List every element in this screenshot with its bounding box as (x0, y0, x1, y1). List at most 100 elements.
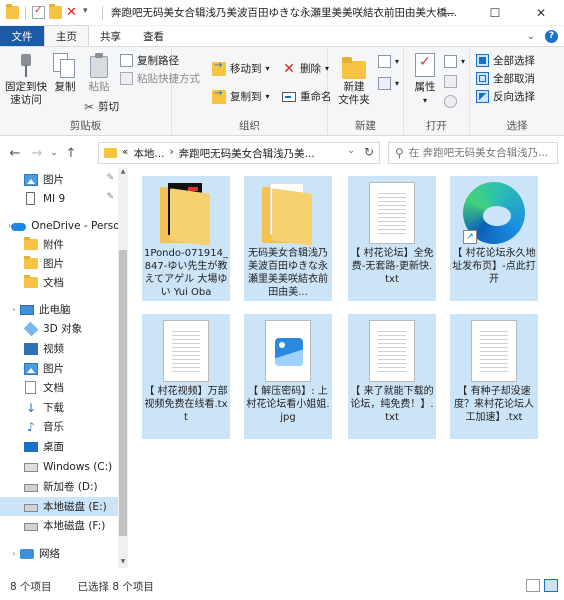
sidebar-item-pictures[interactable]: 图片 (0, 359, 118, 378)
select-all-button[interactable]: 全部选择 (476, 53, 535, 68)
organize-group: 移动到 ▾ ✕ 删除 ▾ 复制到 ▾ 重命名 组织 (172, 47, 332, 136)
cut-button[interactable]: ✂ 剪切 (84, 99, 119, 114)
properties-button[interactable]: 属性 ▾ (410, 53, 440, 107)
customize-toolbar-chevron-icon[interactable]: ▾ (83, 6, 96, 19)
delete-button[interactable]: ✕ 删除 ▾ (282, 61, 329, 76)
address-bar[interactable]: « 本地... › 奔跑吧无码美女合辑浅乃美... ⌄ ↻ (98, 142, 380, 164)
sidebar-item-label: MI 9 (43, 192, 66, 205)
search-box[interactable]: ⚲ (388, 142, 558, 164)
tab-share[interactable]: 共享 (89, 26, 132, 46)
sidebar-item-desktop[interactable]: 桌面 (0, 437, 118, 456)
ribbon-collapse-chevron-icon[interactable]: ⌄ (527, 31, 535, 42)
tab-view[interactable]: 查看 (132, 26, 175, 46)
chevron-right-icon[interactable]: › (8, 549, 20, 558)
search-input[interactable] (408, 147, 549, 159)
ribbon: 固定到快 速访问 复制 粘贴 复制路径 粘贴快捷方式 ✂ 剪切 剪贴板 移动到 … (0, 46, 564, 136)
chevron-right-icon[interactable]: › (8, 305, 20, 314)
close-button[interactable]: ✕ (518, 0, 564, 26)
new-folder-button[interactable]: 新建 文件夹 (336, 53, 372, 107)
video-icon (24, 342, 38, 355)
scroll-down-icon[interactable]: ▼ (118, 558, 128, 568)
text-file-icon (142, 318, 230, 383)
select-group-label: 选择 (506, 120, 528, 132)
properties-quick-icon[interactable] (32, 5, 45, 19)
file-item[interactable]: 【 村花视频】万部视频免费在线看.txt (142, 314, 230, 439)
file-item[interactable]: ↗ 【 村花论坛永久地址发布页】-点此打开 (450, 176, 538, 301)
new-group: 新建 文件夹 ▾ ▾ 新建 (328, 47, 404, 136)
minimize-button[interactable]: — (426, 0, 472, 26)
sidebar-item-onedrive-pictures[interactable]: 图片 (0, 254, 118, 273)
delete-quick-icon[interactable]: ✕ (66, 6, 79, 19)
invert-selection-label: 反向选择 (493, 91, 535, 103)
sidebar-item-onedrive[interactable]: › OneDrive - Perso (0, 216, 120, 235)
forward-button[interactable]: → (26, 142, 48, 164)
file-item[interactable]: 无码美女合辑浅乃美波百田ゆきな永瀬里美美咲結衣前田由美... (244, 176, 332, 301)
help-icon[interactable]: ? (545, 30, 558, 43)
history-button[interactable] (444, 95, 457, 108)
search-icon: ⚲ (395, 146, 404, 160)
select-all-icon (476, 54, 489, 67)
scrollbar-thumb[interactable] (119, 250, 127, 536)
address-dropdown-icon[interactable]: ⌄ (347, 146, 355, 156)
file-item[interactable]: 1Pondo-071914_847-ゆい先生が教えてアゲル 大場ゆい Yui O… (142, 176, 230, 301)
sidebar-item-3d-objects[interactable]: 3D 对象 (0, 319, 118, 338)
3d-objects-icon (23, 321, 39, 336)
sidebar-item-label: 文档 (43, 382, 64, 394)
new-folder-quick-icon[interactable] (49, 4, 62, 19)
sidebar-item-label: 图片 (43, 174, 64, 186)
breadcrumb-item-current[interactable]: 奔跑吧无码美女合辑浅乃美... (179, 146, 315, 161)
sidebar-item-network[interactable]: › 网络 (0, 544, 118, 563)
maximize-button[interactable]: ☐ (472, 0, 518, 26)
copy-to-button[interactable]: 复制到 ▾ (212, 88, 270, 104)
sidebar-item-drive-e[interactable]: 本地磁盘 (E:) (0, 497, 118, 516)
breadcrumb-item-drive[interactable]: 本地... (133, 146, 164, 161)
details-view-icon[interactable] (526, 579, 540, 592)
sidebar-item-drive-d[interactable]: 新加卷 (D:) (0, 477, 118, 496)
sidebar-item-pictures-pinned[interactable]: 图片 ✎ (0, 170, 118, 189)
back-button[interactable]: ← (4, 142, 26, 164)
sidebar-item-label: 附件 (43, 239, 64, 251)
invert-selection-button[interactable]: 反向选择 (476, 89, 535, 104)
paste-button[interactable]: 粘贴 (84, 53, 114, 94)
sidebar-item-videos[interactable]: 视频 (0, 339, 118, 358)
sidebar-item-downloads[interactable]: ↓ 下载 (0, 398, 118, 417)
navigation-pane-scrollbar[interactable]: ▲ ▼ (118, 168, 128, 568)
file-item[interactable]: 【 有种子却没速度？来村花论坛人工加速】.txt (450, 314, 538, 439)
file-item[interactable]: 【 来了就能下载的论坛，纯免费！】.txt (348, 314, 436, 439)
open-button[interactable]: ▾ (444, 55, 465, 68)
up-button[interactable]: ↑ (60, 142, 82, 164)
navigation-pane: 图片 ✎ MI 9 ✎ › OneDrive - Perso 附件 图片 文档 … (0, 168, 128, 568)
move-to-button[interactable]: 移动到 ▾ (212, 60, 270, 76)
dropdown-arrow-icon: ▾ (422, 96, 427, 105)
sidebar-item-attachments[interactable]: 附件 (0, 235, 118, 254)
rename-button[interactable]: 重命名 (282, 89, 332, 104)
download-icon: ↓ (25, 400, 37, 415)
easy-access-button[interactable]: ▾ (378, 77, 399, 90)
edit-button[interactable] (444, 75, 457, 88)
large-icons-view-icon[interactable] (544, 579, 558, 592)
refresh-icon[interactable]: ↻ (364, 145, 374, 159)
select-none-button[interactable]: 全部取消 (476, 71, 535, 86)
sidebar-item-label: 本地磁盘 (E:) (43, 501, 107, 513)
scroll-up-icon[interactable]: ▲ (118, 168, 128, 178)
tab-home[interactable]: 主页 (44, 25, 89, 46)
copy-button[interactable]: 复制 (50, 53, 80, 94)
sidebar-item-music[interactable]: ♪ 音乐 (0, 417, 118, 436)
pin-to-quick-access-button[interactable]: 固定到快 速访问 (4, 53, 48, 107)
sidebar-item-documents[interactable]: 文档 (0, 378, 118, 397)
sidebar-item-this-pc[interactable]: › 此电脑 (0, 300, 118, 319)
sidebar-item-drive-f[interactable]: 本地磁盘 (F:) (0, 516, 118, 535)
paste-label: 粘贴 (88, 81, 110, 93)
tab-file[interactable]: 文件 (0, 26, 44, 46)
new-item-button[interactable]: ▾ (378, 55, 399, 68)
recent-locations-button[interactable]: ⌄ (48, 142, 60, 164)
file-item[interactable]: 【 村花论坛】全免费-无套路-更新快.txt (348, 176, 436, 301)
sidebar-item-mi9[interactable]: MI 9 ✎ (0, 189, 118, 208)
file-item[interactable]: 【 解压密码】: 上村花论坛看小姐姐.jpg (244, 314, 332, 439)
file-name: 【 来了就能下载的论坛，纯免费！】.txt (350, 386, 434, 424)
breadcrumb-overflow[interactable]: « (122, 146, 128, 161)
sidebar-item-drive-c[interactable]: Windows (C:) (0, 457, 118, 476)
copy-path-button[interactable]: 复制路径 (120, 53, 179, 68)
sidebar-item-label: 音乐 (43, 421, 64, 433)
sidebar-item-onedrive-documents[interactable]: 文档 (0, 273, 118, 292)
